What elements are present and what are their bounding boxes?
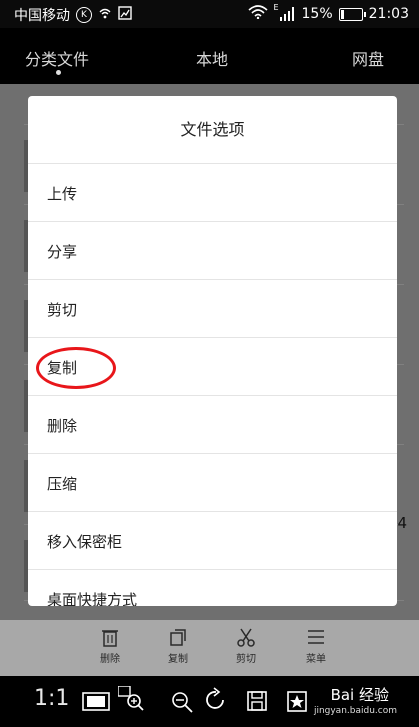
tab-local[interactable]: 本地 xyxy=(196,46,228,70)
option-upload[interactable]: 上传 xyxy=(28,164,397,222)
baidu-watermark-url: jingyan.baidu.com xyxy=(313,706,397,716)
option-copy[interactable]: 复制 xyxy=(28,338,397,396)
clock: 21:03 xyxy=(368,6,409,22)
copy-label: 复制 xyxy=(168,654,188,665)
ratio-button[interactable]: 1:1 xyxy=(34,686,69,711)
option-label: 桌面快捷方式 xyxy=(47,591,138,606)
rotate-icon[interactable] xyxy=(204,686,228,716)
trash-icon xyxy=(102,630,118,647)
tab-cloud[interactable]: 网盘 xyxy=(352,46,384,70)
zoom-out-icon[interactable] xyxy=(170,690,194,718)
option-label: 剪切 xyxy=(47,301,78,319)
option-label: 上传 xyxy=(47,185,78,203)
scissors-icon xyxy=(237,628,255,647)
baidu-watermark: Bai 经验 xyxy=(330,686,389,704)
signal-type-label: E xyxy=(273,3,279,12)
delete-button[interactable]: 删除 xyxy=(80,626,140,665)
menu-button[interactable]: 菜单 xyxy=(286,626,346,665)
copy-button[interactable]: 复制 xyxy=(148,626,208,665)
status-bar: 中国移动 K E 15% 21:03 xyxy=(0,0,419,28)
option-share[interactable]: 分享 xyxy=(28,222,397,280)
option-compress[interactable]: 压缩 xyxy=(28,454,397,512)
battery-icon xyxy=(338,7,366,21)
k-badge-icon: K xyxy=(76,7,92,23)
save-icon[interactable] xyxy=(246,690,268,716)
option-label: 分享 xyxy=(47,243,78,261)
cut-button[interactable]: 剪切 xyxy=(216,626,276,665)
red-highlight-annotation xyxy=(36,347,116,389)
option-delete[interactable]: 删除 xyxy=(28,396,397,454)
option-label: 压缩 xyxy=(47,475,78,493)
cut-label: 剪切 xyxy=(236,654,256,665)
active-tab-indicator xyxy=(56,70,61,75)
bottom-action-bar: 删除 复制 剪切 菜单 xyxy=(0,620,419,676)
carrier-name: 中国移动 xyxy=(14,8,70,24)
tab-category-files[interactable]: 分类文件 xyxy=(25,46,89,70)
tab-bar: 分类文件 本地 网盘 xyxy=(0,28,419,84)
delete-label: 删除 xyxy=(100,654,120,665)
option-desktop-shortcut[interactable]: 桌面快捷方式 xyxy=(28,570,397,606)
zoom-in-icon[interactable] xyxy=(117,685,144,716)
image-icon xyxy=(118,6,132,24)
image-viewer-toolbar: 1:1 Bai 经验 jingyan.baidu.com xyxy=(0,676,419,727)
option-move-to-vault[interactable]: 移入保密柜 xyxy=(28,512,397,570)
menu-label: 菜单 xyxy=(306,654,326,665)
cell-signal-icon: E xyxy=(274,3,296,21)
fit-screen-icon[interactable] xyxy=(82,690,110,716)
background-number: 4 xyxy=(397,514,407,532)
option-label: 删除 xyxy=(47,417,78,435)
wifi-call-icon xyxy=(98,6,112,24)
option-cut[interactable]: 剪切 xyxy=(28,280,397,338)
menu-icon xyxy=(308,630,324,644)
option-label: 移入保密柜 xyxy=(47,533,123,551)
battery-percent: 15% xyxy=(301,6,333,22)
dialog-title: 文件选项 xyxy=(28,96,397,164)
wifi-icon xyxy=(247,5,268,23)
copy-icon xyxy=(170,629,186,646)
favorite-icon[interactable] xyxy=(286,690,308,716)
file-options-dialog: 文件选项 上传 分享 剪切 复制 删除 压缩 移入保密柜 桌面快捷方式 xyxy=(28,96,397,606)
